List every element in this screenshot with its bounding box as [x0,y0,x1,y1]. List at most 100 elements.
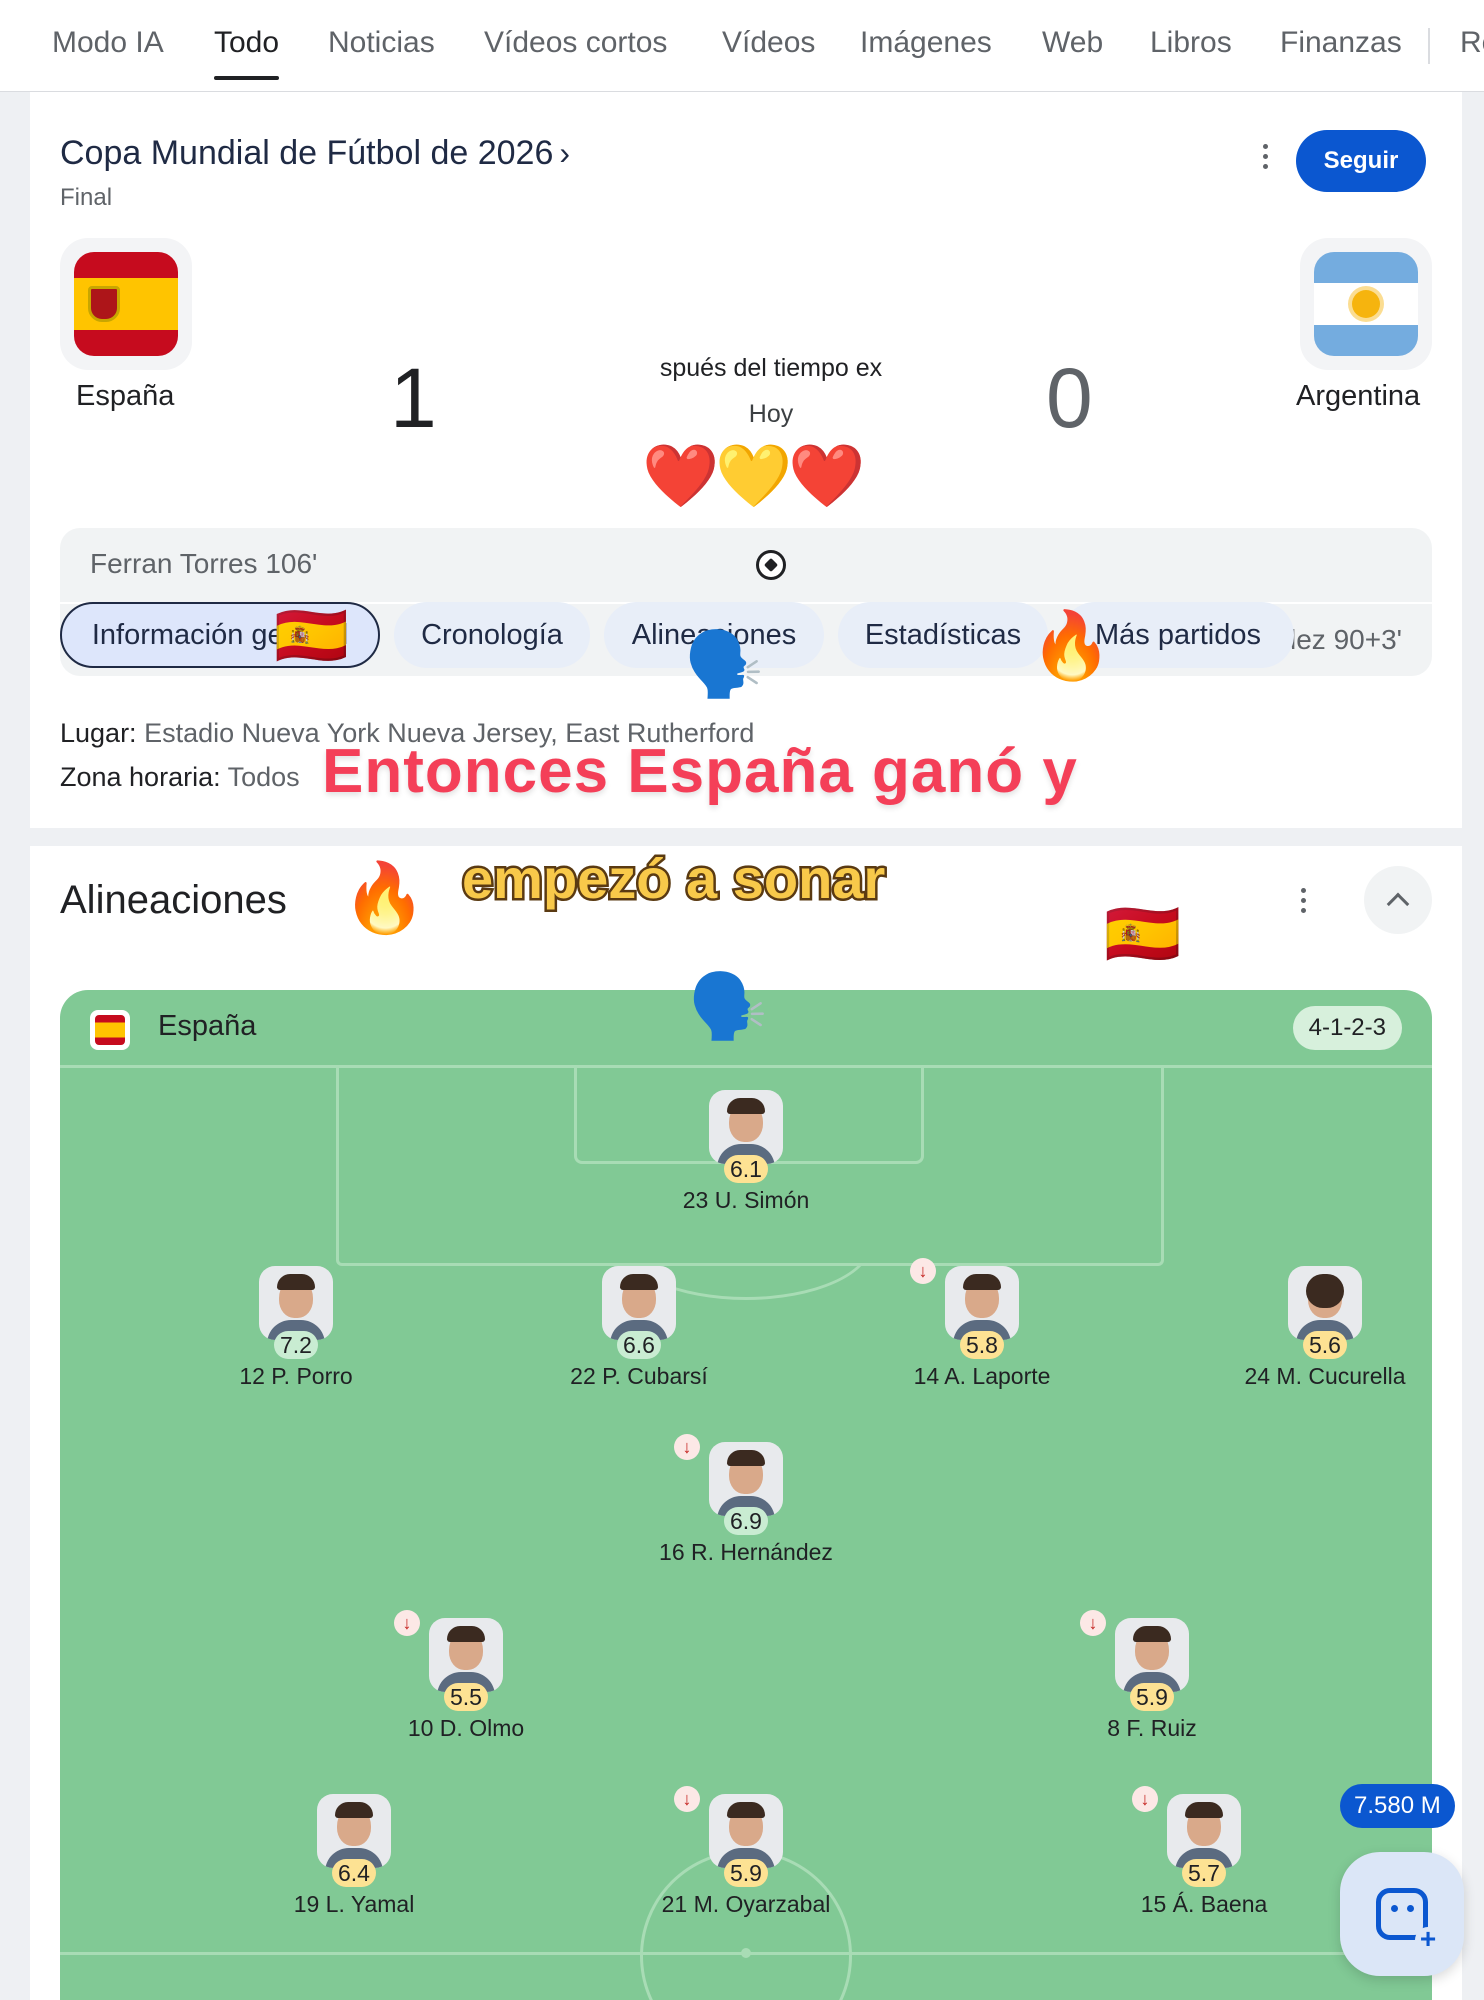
player-name: 12 P. Porro [239,1363,353,1389]
ai-assistant-button[interactable] [1340,1852,1464,1976]
caption-line-1: Entonces España ganó y [320,735,1080,809]
player-photo [259,1266,333,1340]
formation-badge: 4-1-2-3 [1292,1006,1402,1050]
tab-modo-ia[interactable]: Modo IA [52,26,164,60]
player-card[interactable]: 5.6 24 M. Cucurella [1205,1266,1432,1390]
player-card[interactable]: 6.4 19 L. Yamal [234,1794,474,1918]
venue-place-label: Lugar: [60,718,137,748]
lineup-pitch: España 4-1-2-3 6.1 23 U. Simón 7.2 12 P.… [60,990,1432,2000]
tab-imagenes[interactable]: Imágenes [860,26,992,60]
soccer-ball-icon [756,550,786,580]
views-count-badge: 7.580 M [1340,1784,1455,1828]
more-vert-icon[interactable] [1250,136,1280,176]
player-card[interactable]: ↓ 5.5 10 D. Olmo [346,1610,586,1742]
home-team-name[interactable]: España [76,380,174,413]
venue-timezone: Zona horaria: Todos [60,762,300,793]
player-photo [429,1618,503,1692]
spain-flag-emoji-overlay: 🇪🇸 [274,602,349,669]
argentina-flag-icon [1314,252,1418,356]
tab-web[interactable]: Web [1042,26,1103,60]
player-photo [602,1266,676,1340]
tab-libros[interactable]: Libros [1150,26,1232,60]
player-card[interactable]: ↓ 5.9 21 M. Oyarzabal [626,1786,866,1918]
player-name: 24 M. Cucurella [1244,1363,1406,1389]
fire-emoji-overlay: 🔥 [342,860,427,936]
player-name: 10 D. Olmo [407,1715,525,1741]
player-name: 16 R. Hernández [659,1539,833,1565]
player-photo [709,1090,783,1164]
lineup-team-name: España [158,1010,257,1042]
away-score: 0 [1046,351,1093,445]
ai-face-plus-icon [1376,1888,1441,1953]
match-stage: Final [60,184,113,211]
player-rating: 6.9 [724,1507,768,1535]
event-goal-scorer: Ferran Torres 106' [90,548,318,579]
match-title-link[interactable]: Copa Mundial de Fútbol de 2026 › [60,134,570,173]
match-date: Hoy [748,400,794,428]
caption-line-2: empezó a sonar [459,845,887,913]
arrow-down-icon: ↓ [394,1610,420,1636]
player-photo [1288,1266,1362,1340]
player-name: 19 L. Yamal [293,1891,415,1917]
player-photo [317,1794,391,1868]
heart-emoji-overlay: ❤️💛❤️ [642,442,866,511]
chip-cronologia[interactable]: Cronología [394,602,590,668]
venue-timezone-value: Todos [227,762,300,792]
player-card[interactable]: 7.2 12 P. Porro [176,1266,416,1390]
player-rating: 5.9 [724,1859,768,1887]
player-name: 21 M. Oyarzabal [661,1891,831,1917]
tab-overflow[interactable]: Re [1460,26,1484,60]
player-photo [1167,1794,1241,1868]
tab-noticias[interactable]: Noticias [328,26,435,60]
follow-button[interactable]: Seguir [1296,130,1426,192]
player-rating: 6.6 [617,1331,661,1359]
player-rating: 7.2 [274,1331,318,1359]
away-team-name[interactable]: Argentina [1296,380,1420,413]
chevron-up-icon[interactable] [1364,866,1432,934]
home-team-crest[interactable] [60,238,192,370]
chip-estadisticas[interactable]: Estadísticas [838,602,1048,668]
spain-flag-emoji-overlay: 🇪🇸 [1104,900,1182,969]
tab-todo[interactable]: Todo [214,26,280,80]
player-rating: 5.5 [444,1683,488,1711]
player-card[interactable]: 6.6 22 P. Cubarsí [519,1266,759,1390]
player-name: 15 Á. Baena [1140,1891,1268,1917]
player-name: 22 P. Cubarsí [570,1363,708,1389]
player-photo [709,1442,783,1516]
match-card: Copa Mundial de Fútbol de 2026 › Final Se… [30,92,1462,828]
home-score: 1 [390,351,437,445]
arrow-down-icon: ↓ [910,1258,936,1284]
speaking-head-emoji-overlay: 🗣️ [688,970,768,1042]
fire-emoji-overlay: 🔥 [1030,608,1113,682]
player-name: 14 A. Laporte [913,1363,1051,1389]
speaking-head-emoji-overlay: 🗣️ [684,628,764,700]
venue-timezone-label: Zona horaria: [60,762,221,792]
match-title: Copa Mundial de Fútbol de 2026 [60,134,554,172]
player-photo [1115,1618,1189,1692]
arrow-down-icon: ↓ [1132,1786,1158,1812]
player-rating: 6.1 [724,1155,768,1183]
player-card[interactable]: 6.1 23 U. Simón [626,1090,866,1214]
player-rating: 6.4 [332,1859,376,1887]
more-vert-icon[interactable] [1288,880,1318,920]
arrow-down-icon: ↓ [674,1786,700,1812]
player-card[interactable]: ↓ 6.9 16 R. Hernández [626,1434,866,1566]
tab-videos[interactable]: Vídeos [722,26,815,60]
player-photo [945,1266,1019,1340]
player-card[interactable]: ↓ 5.8 14 A. Laporte [862,1258,1102,1390]
tab-finanzas[interactable]: Finanzas [1280,26,1402,60]
player-photo [709,1794,783,1868]
center-spot [741,1948,751,1958]
player-rating: 5.7 [1182,1859,1226,1887]
event-row-goal: Ferran Torres 106' [60,528,1432,602]
player-rating: 5.6 [1303,1331,1347,1359]
search-tabs: Modo IA Todo Noticias Vídeos cortos Víde… [0,0,1484,92]
match-status: spués del tiempo ex [659,354,883,382]
spain-flag-icon [74,252,178,356]
player-name: 8 F. Ruiz [1107,1715,1197,1741]
tab-videos-cortos[interactable]: Vídeos cortos [484,26,667,60]
player-card[interactable]: ↓ 5.7 15 Á. Baena [1084,1786,1324,1918]
player-card[interactable]: ↓ 5.9 8 F. Ruiz [1032,1610,1272,1742]
away-team-crest[interactable] [1300,238,1432,370]
spain-flag-icon [90,1010,130,1050]
